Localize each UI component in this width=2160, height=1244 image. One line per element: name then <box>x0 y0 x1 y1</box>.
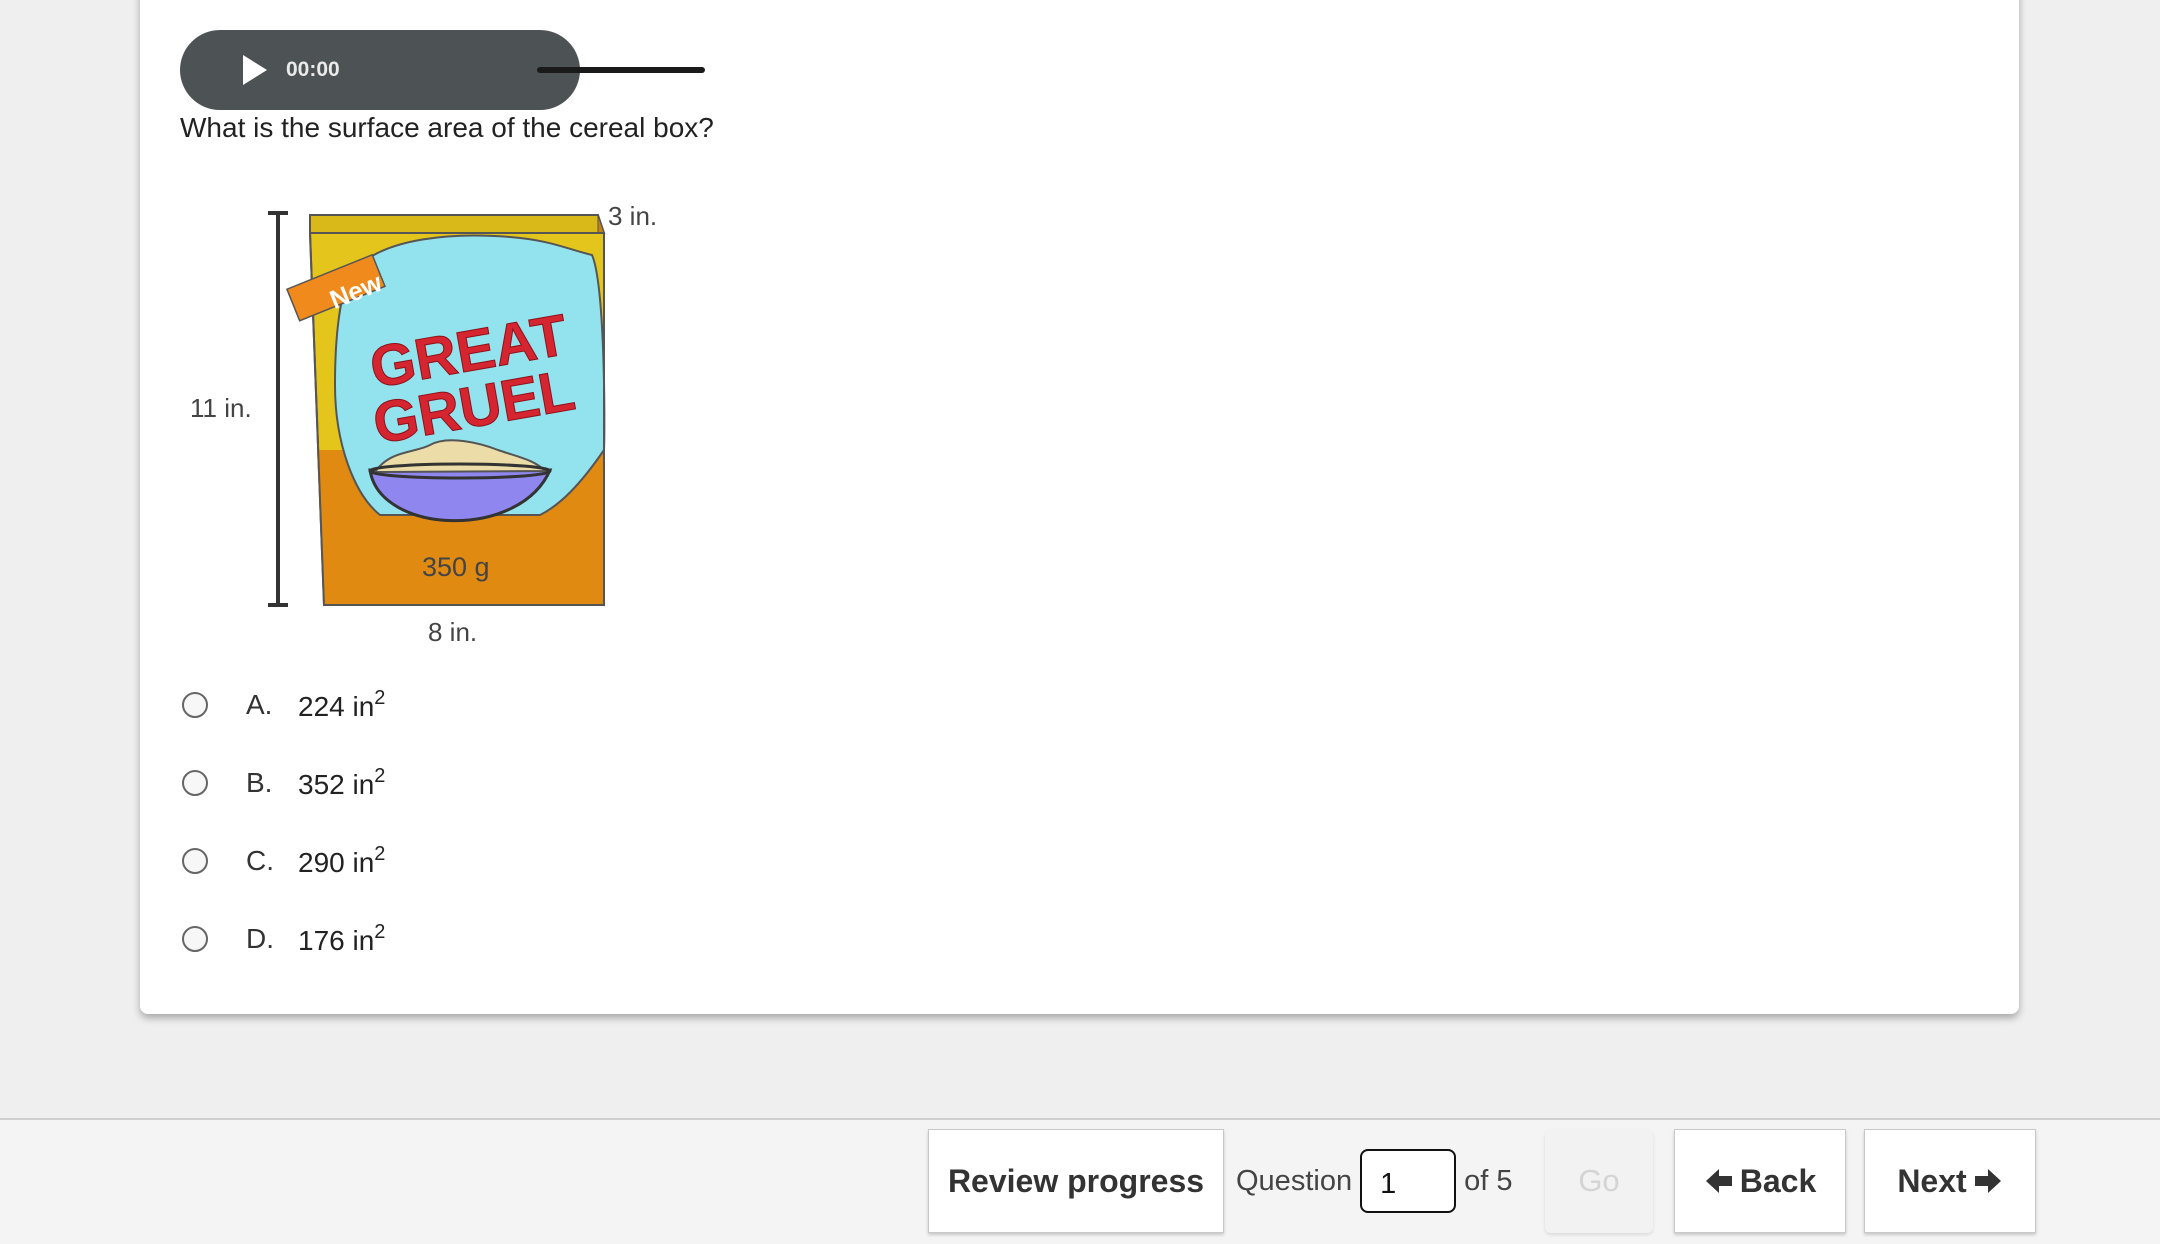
choice-c[interactable]: C. 290 in2 <box>180 836 780 886</box>
go-label: Go <box>1578 1163 1620 1198</box>
choice-value: 290 in2 <box>298 843 386 878</box>
choice-value: 352 in2 <box>298 765 386 800</box>
choice-b[interactable]: B. 352 in2 <box>180 758 780 808</box>
height-label: 11 in. <box>190 393 252 423</box>
review-progress-label: Review progress <box>947 1162 1205 1199</box>
choice-a[interactable]: A. 224 in2 <box>180 680 780 730</box>
question-total-label: of 5 <box>1464 1164 1513 1197</box>
weight-label: 350 g <box>422 552 490 582</box>
radio-button[interactable] <box>182 770 208 796</box>
choice-letter: C. <box>246 845 274 876</box>
question-text: What is the surface area of the cereal b… <box>180 112 714 143</box>
question-label: Question <box>1236 1164 1353 1197</box>
cereal-box-figure: New GREAT GRUEL 350 g 3 in. 11 in. 8 in. <box>180 195 680 660</box>
radio-button[interactable] <box>182 848 208 874</box>
audio-progress-track[interactable] <box>537 67 705 73</box>
next-button[interactable]: Next <box>1864 1129 2036 1233</box>
play-icon[interactable] <box>236 52 272 88</box>
choice-letter: B. <box>246 767 273 798</box>
choice-value: 224 in2 <box>298 687 386 722</box>
choice-letter: A. <box>246 689 273 720</box>
review-progress-button[interactable]: Review progress <box>928 1129 1224 1233</box>
audio-player: 00:00 <box>180 30 705 110</box>
choice-value: 176 in2 <box>298 921 386 956</box>
radio-button[interactable] <box>182 926 208 952</box>
depth-label: 3 in. <box>608 201 658 231</box>
back-button[interactable]: Back <box>1674 1129 1846 1233</box>
go-button[interactable]: Go <box>1545 1129 1653 1233</box>
arrow-left-icon <box>1705 1169 1732 1193</box>
back-label: Back <box>1739 1162 1817 1199</box>
choice-letter: D. <box>246 923 274 954</box>
width-label: 8 in. <box>428 617 478 647</box>
arrow-right-icon <box>1974 1169 2001 1193</box>
choice-d[interactable]: D. 176 in2 <box>180 914 780 964</box>
question-number-input[interactable] <box>1360 1149 1457 1213</box>
audio-time: 00:00 <box>286 58 340 81</box>
cereal-box-illustration: New GREAT GRUEL 350 g <box>268 211 606 607</box>
radio-button[interactable] <box>182 692 208 718</box>
next-label: Next <box>1897 1162 1967 1199</box>
question-navigator: Question of 5 <box>1236 1129 1546 1233</box>
